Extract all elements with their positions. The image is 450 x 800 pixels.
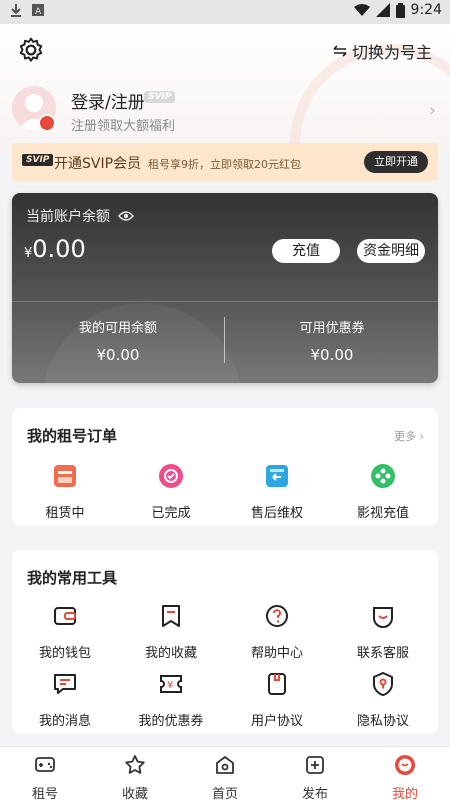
- tool-privacy-label: 隐私协议: [356, 714, 409, 729]
- tool-wallet[interactable]: 我的钱包: [12, 602, 118, 661]
- card-vertical-divider: [224, 317, 225, 363]
- available-balance[interactable]: 我的可用余额 ¥0.00: [12, 317, 224, 364]
- recharge-button[interactable]: 充值: [272, 239, 340, 263]
- tab-mine[interactable]: 我的: [360, 753, 450, 800]
- order-renting-label: 租赁中: [45, 506, 85, 521]
- renting-icon: [54, 465, 76, 487]
- tab-mine-label: 我的: [391, 787, 418, 800]
- tool-privacy[interactable]: 隐私协议: [330, 670, 436, 729]
- svip-tag: SVIP: [144, 91, 176, 103]
- profile-icon: [395, 755, 415, 775]
- tab-favorites[interactable]: 收藏: [90, 753, 180, 800]
- help-icon: [266, 605, 288, 627]
- order-after-sales-label: 售后维权: [250, 506, 303, 521]
- tab-home-label: 首页: [211, 787, 238, 800]
- bottom-tab-bar: 租号 收藏 首页 发布 我的: [0, 746, 450, 800]
- switch-role-button[interactable]: 切换为号主: [332, 39, 432, 63]
- tool-user-agreement[interactable]: 用户协议: [224, 670, 330, 729]
- tool-help-label: 帮助中心: [250, 646, 303, 661]
- tab-rent[interactable]: 租号: [0, 753, 90, 800]
- tool-coupons[interactable]: ¥ 我的优惠券: [118, 670, 224, 729]
- balance-label: 当前账户余额: [26, 209, 110, 225]
- open-svip-button[interactable]: 立即开通: [364, 151, 428, 173]
- tab-publish[interactable]: 发布: [270, 753, 360, 800]
- edit-badge-icon: [38, 114, 56, 132]
- order-video-recharge[interactable]: 影视充值: [330, 462, 436, 521]
- status-bar: A 9:24: [0, 0, 450, 24]
- svg-text:A: A: [35, 7, 42, 16]
- message-icon: [54, 674, 76, 694]
- login-row[interactable]: 登录/注册 SVIP 注册领取大额福利 ›: [0, 84, 450, 140]
- tool-favorites-label: 我的收藏: [144, 646, 197, 661]
- status-time: 9:24: [410, 2, 442, 18]
- tab-publish-label: 发布: [301, 787, 328, 800]
- tool-wallet-label: 我的钱包: [38, 646, 91, 661]
- more-label: 更多: [394, 430, 417, 443]
- user-agreement-icon: [268, 673, 286, 695]
- eye-icon[interactable]: [118, 210, 135, 222]
- settings-gear-icon[interactable]: [18, 37, 44, 63]
- coupon-icon: ¥: [160, 675, 182, 693]
- svip-banner[interactable]: SVIP 开通SVIP会员 租号享9折，立即领取20元红包 立即开通: [12, 143, 438, 181]
- svip-banner-title: 开通SVIP会员: [54, 156, 142, 172]
- video-recharge-icon: [371, 464, 395, 488]
- tool-messages[interactable]: 我的消息: [12, 670, 118, 729]
- order-video-recharge-label: 影视充值: [356, 506, 409, 521]
- tool-help[interactable]: 帮助中心: [224, 602, 330, 661]
- battery-icon: [395, 2, 405, 18]
- tab-home[interactable]: 首页: [180, 753, 270, 800]
- tools-title: 我的常用工具: [27, 569, 118, 587]
- available-coupons-value: ¥0.00: [310, 346, 354, 364]
- balance-label-row: 当前账户余额: [26, 206, 135, 226]
- completed-icon: [159, 464, 183, 488]
- order-after-sales[interactable]: 售后维权: [224, 462, 330, 521]
- tool-customer-service[interactable]: 联系客服: [330, 602, 436, 661]
- app-notification-icon: A: [32, 4, 44, 16]
- tool-favorites[interactable]: 我的收藏: [118, 602, 224, 661]
- tool-messages-label: 我的消息: [38, 714, 91, 729]
- publish-icon: [306, 756, 324, 774]
- available-coupons-label: 可用优惠券: [299, 321, 365, 336]
- orders-panel: 我的租号订单 更多 › 租赁中 已完成 售后维权 影视充值: [12, 408, 438, 526]
- orders-title: 我的租号订单: [27, 427, 118, 445]
- privacy-icon: [373, 672, 393, 696]
- balance-card: 当前账户余额 ¥0.00 充值 资金明细 我的可用余额 ¥0.00 可用优惠券 …: [12, 193, 438, 383]
- available-coupons[interactable]: 可用优惠券 ¥0.00: [226, 317, 438, 364]
- tab-favorites-label: 收藏: [121, 787, 148, 800]
- download-icon: [11, 4, 21, 17]
- after-sales-icon: [266, 465, 288, 487]
- available-balance-label: 我的可用余额: [78, 321, 157, 336]
- svip-banner-desc: 租号享9折，立即领取20元红包: [148, 158, 301, 171]
- orders-more-link[interactable]: 更多 ›: [394, 428, 424, 444]
- balance-amount: ¥0.00: [24, 235, 86, 263]
- tab-rent-label: 租号: [31, 787, 58, 800]
- card-divider: [12, 301, 438, 302]
- login-register-link[interactable]: 登录/注册: [71, 88, 145, 113]
- fund-details-button[interactable]: 资金明细: [357, 239, 425, 263]
- order-completed-label: 已完成: [151, 506, 191, 521]
- top-bar: 切换为号主: [0, 24, 450, 74]
- order-renting[interactable]: 租赁中: [12, 462, 118, 521]
- order-completed[interactable]: 已完成: [118, 462, 224, 521]
- star-icon: [125, 755, 145, 774]
- signal-icon: [375, 3, 390, 17]
- home-icon: [216, 756, 234, 774]
- wifi-icon: [353, 4, 370, 16]
- wallet-icon: [54, 607, 76, 625]
- svip-badge: SVIP: [22, 154, 54, 166]
- tool-customer-service-label: 联系客服: [356, 646, 409, 661]
- tool-user-agreement-label: 用户协议: [250, 714, 303, 729]
- swap-arrows-icon: [333, 45, 347, 57]
- customer-service-icon: [373, 607, 393, 628]
- switch-role-label: 切换为号主: [351, 43, 432, 62]
- balance-value: 0.00: [32, 235, 86, 263]
- login-subtitle: 注册领取大额福利: [71, 119, 176, 134]
- svg-text:¥: ¥: [167, 680, 173, 691]
- tool-coupons-label: 我的优惠券: [138, 714, 204, 729]
- available-balance-value: ¥0.00: [96, 346, 140, 364]
- tools-panel: 我的常用工具 我的钱包 我的收藏 帮助中心 联系客服 我的消息 ¥ 我的优惠券 …: [12, 550, 438, 734]
- gamepad-icon: [35, 757, 55, 772]
- favorites-icon: [162, 605, 180, 627]
- chevron-right-icon: ›: [428, 100, 436, 121]
